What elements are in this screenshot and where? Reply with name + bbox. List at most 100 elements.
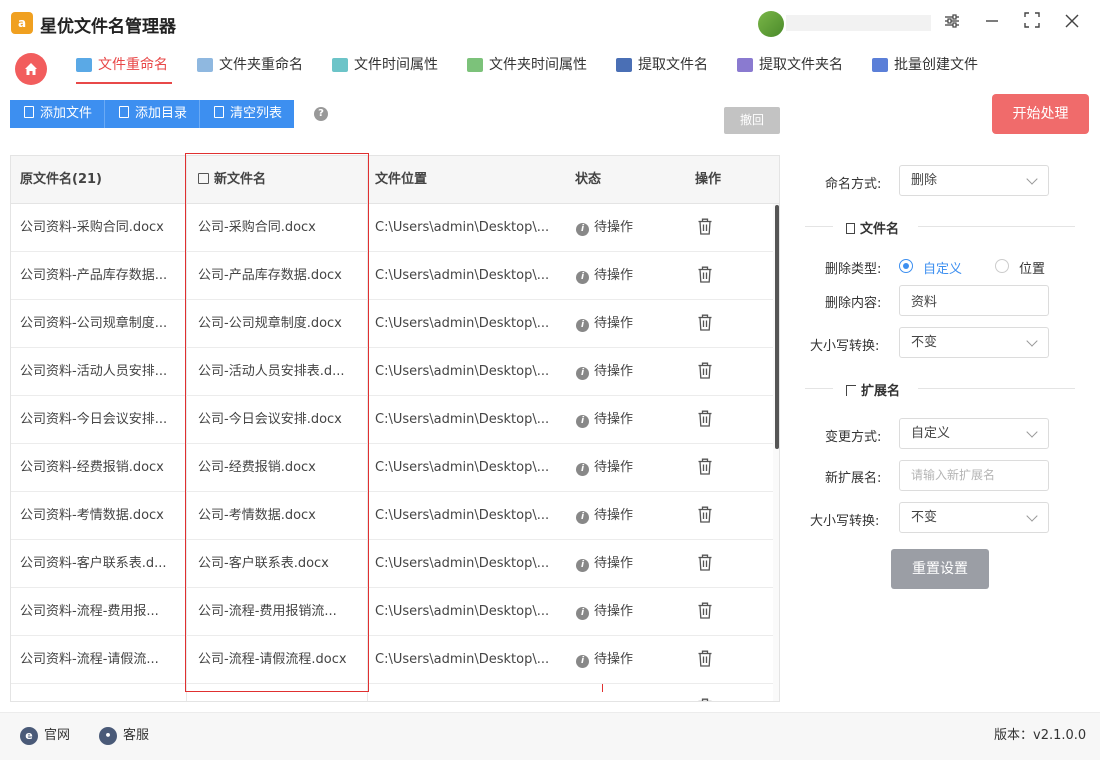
edit-icon	[198, 173, 209, 184]
document-icon	[119, 106, 130, 118]
tab-file-time[interactable]: 文件时间属性	[332, 54, 438, 84]
delete-row-trash-icon[interactable]	[698, 506, 712, 523]
extract-filename-icon	[616, 58, 632, 72]
delete-type-label: 删除类型:	[825, 262, 882, 277]
status-label: 待操作	[594, 316, 634, 331]
delete-type-position-label: 位置	[1019, 262, 1046, 277]
tab-folder-rename[interactable]: 文件夹重命名	[197, 54, 303, 84]
extension-section-title: 扩展名	[846, 380, 900, 399]
tab-batch-create[interactable]: 批量创建文件	[872, 54, 978, 84]
help-icon[interactable]: ?	[314, 107, 328, 121]
document-icon	[24, 106, 34, 118]
info-icon: i	[576, 607, 589, 620]
trash-icon	[214, 106, 225, 118]
new-extension-input[interactable]	[899, 460, 1049, 491]
tab-label: 文件夹时间属性	[489, 57, 587, 73]
delete-type-position-radio[interactable]	[995, 259, 1009, 273]
original-name-cell: 公司资料-流程-费用报...	[20, 604, 159, 619]
delete-row-trash-icon[interactable]	[698, 554, 712, 571]
location-cell: C:\Users\admin\Desktop\...	[375, 412, 550, 427]
table-row-partial[interactable]	[11, 684, 775, 701]
title-bar: a 星优文件名管理器	[0, 0, 1100, 46]
new-name-cell: 公司-采购合同.docx	[198, 220, 316, 235]
table-row[interactable]: 公司资料-产品库存数据... 公司-产品库存数据.docx C:\Users\adm…	[11, 252, 775, 300]
table-row[interactable]: 公司资料-经费报销.docx 公司-经费报销.docx C:\Users\admin…	[11, 444, 775, 492]
change-mode-select[interactable]: 自定义	[899, 418, 1049, 449]
delete-type-custom-radio[interactable]	[899, 259, 913, 273]
tab-extract-filename[interactable]: 提取文件名	[616, 54, 708, 84]
home-button[interactable]	[15, 53, 47, 85]
app-logo-icon: a	[11, 12, 33, 34]
location-cell: C:\Users\admin\Desktop\...	[375, 652, 550, 667]
add-directory-button[interactable]: 添加目录	[105, 100, 201, 128]
table-row[interactable]: 公司资料-考情数据.docx 公司-考情数据.docx C:\Users\admin…	[11, 492, 775, 540]
scrollbar-thumb[interactable]	[775, 205, 779, 449]
case-convert-select[interactable]: 不变	[899, 327, 1049, 358]
clear-list-label: 清空列表	[230, 106, 283, 121]
status-label: 待操作	[594, 508, 634, 523]
case-convert-value: 不变	[911, 335, 938, 350]
delete-content-input[interactable]	[899, 285, 1049, 316]
status-label: 待操作	[594, 220, 634, 235]
location-cell: C:\Users\admin\Desktop\...	[375, 508, 550, 523]
location-cell: C:\Users\admin\Desktop\...	[375, 460, 550, 475]
table-row[interactable]: 公司资料-采购合同.docx 公司-采购合同.docx C:\Users\admin…	[11, 204, 775, 252]
table-row[interactable]: 公司资料-公司规章制度... 公司-公司规章制度.docx C:\Users\adm…	[11, 300, 775, 348]
add-directory-label: 添加目录	[135, 106, 188, 121]
tab-label: 文件时间属性	[354, 57, 438, 73]
table-row[interactable]: 公司资料-流程-费用报... 公司-流程-费用报销流... C:\Users\adm…	[11, 588, 775, 636]
folder-rename-icon	[197, 58, 213, 72]
delete-row-trash-icon[interactable]	[698, 314, 712, 331]
extract-foldername-icon	[737, 58, 753, 72]
undo-button[interactable]: 撤回	[724, 107, 780, 134]
tab-folder-time[interactable]: 文件夹时间属性	[467, 54, 587, 84]
close-icon[interactable]	[1060, 11, 1084, 35]
table-row[interactable]: 公司资料-活动人员安排... 公司-活动人员安排表.d... C:\Users\ad…	[11, 348, 775, 396]
tab-label: 提取文件夹名	[759, 57, 843, 73]
tab-file-rename[interactable]: 文件重命名	[76, 54, 172, 84]
clear-list-button[interactable]: 清空列表	[200, 100, 295, 128]
delete-row-trash-icon[interactable]	[698, 410, 712, 427]
delete-row-trash-icon[interactable]	[698, 698, 712, 701]
user-avatar[interactable]	[758, 11, 784, 37]
divider	[918, 226, 1075, 227]
new-name-cell: 公司-经费报销.docx	[198, 460, 316, 475]
status-label: 待操作	[594, 556, 634, 571]
info-icon: i	[576, 655, 589, 668]
website-link[interactable]: e 官网	[20, 727, 70, 745]
flag-icon	[846, 385, 856, 396]
settings-panel: 命名方式: 删除 文件名 删除类型: 自定义 位置 删除内容: 大小写转换: 不…	[790, 155, 1090, 700]
delete-row-trash-icon[interactable]	[698, 650, 712, 667]
delete-row-trash-icon[interactable]	[698, 602, 712, 619]
minimize-icon[interactable]	[980, 11, 1004, 35]
chevron-down-icon	[1026, 335, 1038, 347]
new-name-cell: 公司-流程-请假流程.docx	[198, 652, 347, 667]
naming-mode-select[interactable]: 删除	[899, 165, 1049, 196]
tab-extract-foldername[interactable]: 提取文件夹名	[737, 54, 843, 84]
maximize-icon[interactable]	[1020, 11, 1044, 35]
browser-icon: e	[20, 727, 38, 745]
settings-sliders-icon[interactable]	[940, 11, 964, 35]
original-name-cell: 公司资料-产品库存数据...	[20, 268, 168, 283]
original-name-cell: 公司资料-采购合同.docx	[20, 220, 164, 235]
delete-type-custom-label: 自定义	[923, 262, 963, 277]
table-row[interactable]: 公司资料-流程-请假流... 公司-流程-请假流程.docx C:\Users\ad…	[11, 636, 775, 684]
status-cell: i 待操作	[576, 492, 666, 540]
delete-row-trash-icon[interactable]	[698, 218, 712, 235]
header-original-name: 原文件名(21)	[20, 172, 102, 187]
add-file-button[interactable]: 添加文件	[10, 100, 106, 128]
extension-case-select[interactable]: 不变	[899, 502, 1049, 533]
delete-row-trash-icon[interactable]	[698, 458, 712, 475]
original-name-cell: 公司资料-经费报销.docx	[20, 460, 164, 475]
delete-row-trash-icon[interactable]	[698, 362, 712, 379]
change-mode-value: 自定义	[911, 426, 951, 441]
table-row[interactable]: 公司资料-客户联系表.d... 公司-客户联系表.docx C:\Users\adm…	[11, 540, 775, 588]
reset-settings-button[interactable]: 重置设置	[891, 549, 989, 589]
folder-time-icon	[467, 58, 483, 72]
table-row[interactable]: 公司资料-今日会议安排... 公司-今日会议安排.docx C:\Users\adm…	[11, 396, 775, 444]
start-processing-button[interactable]: 开始处理	[992, 94, 1089, 134]
support-label: 客服	[123, 728, 150, 743]
delete-row-trash-icon[interactable]	[698, 266, 712, 283]
tab-label: 文件重命名	[98, 57, 168, 73]
support-link[interactable]: • 客服	[99, 727, 149, 745]
